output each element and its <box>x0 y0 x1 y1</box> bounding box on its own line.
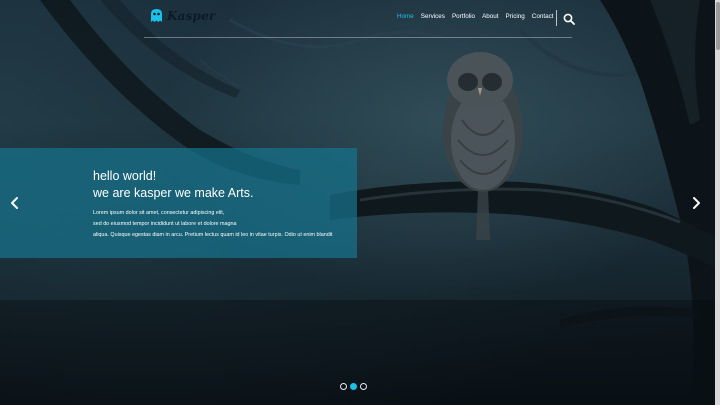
nav-pricing[interactable]: Pricing <box>506 13 525 20</box>
scrollbar-thumb[interactable] <box>715 2 720 50</box>
main-nav: Home Services Portfolio About Pricing Co… <box>397 13 560 20</box>
nav-divider <box>556 10 557 26</box>
nav-about[interactable]: About <box>482 13 498 20</box>
slider-dot-1[interactable] <box>340 383 347 390</box>
brand-name: Kasper <box>167 8 216 23</box>
slider-pagination <box>340 383 370 390</box>
search-button[interactable] <box>563 12 575 25</box>
slide-description: Lorem ipsum dolor sit amet, consectetur … <box>93 208 353 241</box>
chevron-right-icon <box>693 197 700 209</box>
slide-description-line-3: aliqua. Quisque egestas diam in arcu. Pr… <box>93 232 333 238</box>
site-header: Kasper Home Services Portfolio About Pri… <box>144 0 575 38</box>
slider-next-button[interactable] <box>689 196 703 210</box>
search-icon <box>563 13 575 25</box>
slide-description-line-2: sed do eiusmod tempor incididunt ut labo… <box>93 221 237 227</box>
chevron-left-icon <box>11 197 18 209</box>
slider-prev-button[interactable] <box>8 196 22 210</box>
nav-home[interactable]: Home <box>397 13 414 20</box>
slider-dot-2[interactable] <box>350 383 357 390</box>
ghost-icon <box>151 9 162 22</box>
slide-description-line-1: Lorem ipsum dolor sit amet, consectetur … <box>93 210 225 216</box>
slide-heading: hello world! we are kasper we make Arts. <box>93 168 253 202</box>
slider-dot-3[interactable] <box>360 383 367 390</box>
slide-heading-line-2: we are kasper we make Arts. <box>93 186 254 200</box>
nav-services[interactable]: Services <box>421 13 445 20</box>
page-scrollbar[interactable] <box>715 0 720 405</box>
nav-portfolio[interactable]: Portfolio <box>452 13 475 20</box>
slide-heading-line-1: hello world! <box>93 169 157 183</box>
nav-contact[interactable]: Contact <box>532 13 554 20</box>
slide-caption-panel: hello world! we are kasper we make Arts.… <box>0 148 357 258</box>
logo[interactable]: Kasper <box>150 8 216 23</box>
